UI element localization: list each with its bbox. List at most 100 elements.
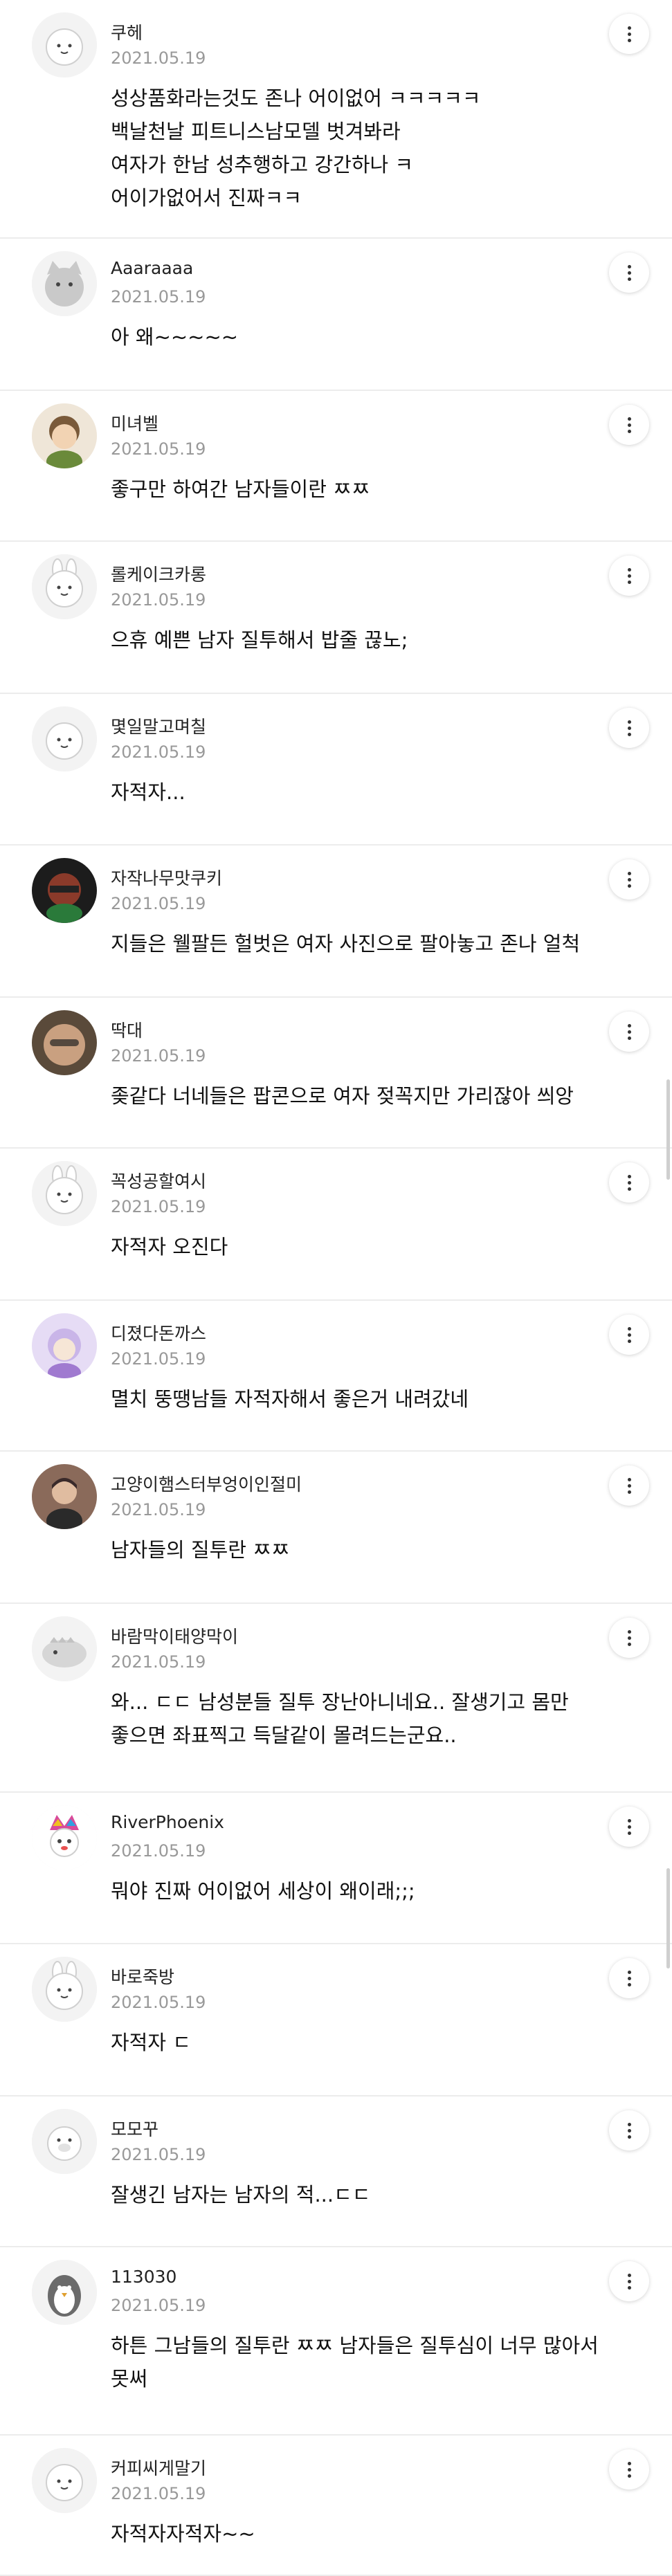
avatar[interactable]: [32, 2448, 97, 2513]
comment-item: 미녀벨 2021.05.19 좋구만 하여간 남자들이란 ㅉㅉ: [0, 391, 672, 542]
comment-date: 2021.05.19: [111, 894, 206, 913]
comment-date: 2021.05.19: [111, 2296, 206, 2315]
comment-nickname[interactable]: 바로죽방: [111, 1964, 174, 1989]
comment-item: 롤케이크카롱 2021.05.19 으휴 예쁜 남자 질투해서 밥줄 끊노;: [0, 542, 672, 694]
more-vertical-icon: [627, 1970, 631, 1986]
comment-nickname[interactable]: 미녀벨: [111, 410, 158, 435]
avatar[interactable]: [32, 1616, 97, 1681]
comment-text: 자적자...: [111, 780, 185, 804]
more-options-button[interactable]: [609, 1162, 649, 1203]
more-options-button[interactable]: [609, 708, 649, 748]
more-options-button[interactable]: [609, 14, 649, 54]
avatar[interactable]: [32, 858, 97, 923]
comment-text: 자적자 ㄷ: [111, 2031, 191, 2054]
comment-item: 디졌다돈까스 2021.05.19 멸치 뚱땡남들 자적자해서 좋은거 내려갔네: [0, 1301, 672, 1452]
comment-nickname[interactable]: 커피씨게말기: [111, 2455, 206, 2480]
comment-text: 하튼 그남들의 질투란 ㅉㅉ 남자들은 질투심이 너무 많아서 못써: [111, 2334, 599, 2391]
comment-item: 모모꾸 2021.05.19 잘생긴 남자는 남자의 적...ㄷㄷ: [0, 2097, 672, 2247]
avatar[interactable]: [32, 403, 97, 468]
comment-date: 2021.05.19: [111, 1349, 206, 1369]
more-vertical-icon: [627, 567, 631, 584]
more-vertical-icon: [627, 1326, 631, 1343]
comment-text: 성상품화라는것도 존나 어이없어 ㅋㅋㅋㅋㅋ 백날천날 피트니스남모델 벗겨봐라…: [111, 86, 481, 210]
comment-nickname[interactable]: Aaaraaaa: [111, 258, 193, 278]
comment-text: 좆같다 너네들은 팝콘으로 여자 젖꼭지만 가리잖아 씌앙: [111, 1084, 574, 1108]
comment-nickname[interactable]: 쿠헤: [111, 19, 143, 44]
comment-nickname[interactable]: 꼭성공할여시: [111, 1168, 206, 1193]
more-options-button[interactable]: [609, 1807, 649, 1847]
comment-text: 뭐야 진짜 어이없어 세상이 왜이래;;;: [111, 1879, 415, 1903]
more-vertical-icon: [627, 871, 631, 888]
more-vertical-icon: [627, 1818, 631, 1835]
comment-date: 2021.05.19: [111, 2484, 206, 2503]
comment-date: 2021.05.19: [111, 1652, 206, 1672]
avatar[interactable]: [32, 554, 97, 619]
more-vertical-icon: [627, 1174, 631, 1191]
scrollbar-thumb[interactable]: [666, 1868, 670, 1968]
comment-item: 바로죽방 2021.05.19 자적자 ㄷ: [0, 1944, 672, 2097]
comment-item: 몇일말고며칠 2021.05.19 자적자...: [0, 694, 672, 846]
comment-nickname[interactable]: 자작나무맛쿠키: [111, 865, 222, 890]
comment-nickname[interactable]: 딱대: [111, 1017, 143, 1042]
more-options-button[interactable]: [609, 253, 649, 293]
avatar[interactable]: [32, 12, 97, 77]
comment-text: 와... ㄷㄷ 남성분들 질투 장난아니네요.. 잘생기고 몸만 좋으면 좌표찍…: [111, 1690, 569, 1747]
more-vertical-icon: [627, 720, 631, 736]
avatar[interactable]: [32, 1161, 97, 1226]
more-options-button[interactable]: [609, 2110, 649, 2150]
more-options-button[interactable]: [609, 405, 649, 445]
more-options-button[interactable]: [609, 1958, 649, 1998]
more-options-button[interactable]: [609, 2449, 649, 2490]
more-vertical-icon: [627, 264, 631, 281]
comment-date: 2021.05.19: [111, 48, 206, 68]
avatar[interactable]: [32, 2109, 97, 2174]
comment-text: 잘생긴 남자는 남자의 적...ㄷㄷ: [111, 2183, 371, 2207]
avatar[interactable]: [32, 251, 97, 316]
comment-date: 2021.05.19: [111, 1841, 206, 1861]
comment-text: 자적자 오진다: [111, 1235, 228, 1259]
avatar[interactable]: [32, 1010, 97, 1075]
avatar[interactable]: [32, 1313, 97, 1378]
comment-date: 2021.05.19: [111, 287, 206, 307]
more-options-button[interactable]: [609, 1315, 649, 1355]
comment-item: 자작나무맛쿠키 2021.05.19 지들은 웰팔든 헐벗은 여자 사진으로 팔아놓…: [0, 846, 672, 998]
avatar[interactable]: [32, 706, 97, 771]
avatar[interactable]: [32, 1805, 97, 1870]
more-options-button[interactable]: [609, 1465, 649, 1506]
comment-nickname[interactable]: 113030: [111, 2267, 176, 2287]
more-vertical-icon: [627, 1477, 631, 1494]
comment-nickname[interactable]: 모모꾸: [111, 2116, 158, 2141]
more-options-button[interactable]: [609, 859, 649, 899]
comment-date: 2021.05.19: [111, 1993, 206, 2012]
comment-date: 2021.05.19: [111, 439, 206, 459]
comment-nickname[interactable]: 롤케이크카롱: [111, 561, 206, 586]
avatar[interactable]: [32, 2260, 97, 2325]
comment-nickname[interactable]: 고양이햄스터부엉이인절미: [111, 1471, 302, 1496]
comment-item: 고양이햄스터부엉이인절미 2021.05.19 남자들의 질투란 ㅉㅉ: [0, 1452, 672, 1604]
comment-text: 아 왜~~~~~: [111, 325, 239, 349]
comment-text: 자적자자적자~~: [111, 2522, 255, 2546]
more-options-button[interactable]: [609, 1618, 649, 1658]
comment-item: Aaaraaaa 2021.05.19 아 왜~~~~~: [0, 239, 672, 391]
comment-item: 딱대 2021.05.19 좆같다 너네들은 팝콘으로 여자 젖꼭지만 가리잖아 씌…: [0, 998, 672, 1149]
comment-date: 2021.05.19: [111, 1197, 206, 1216]
comment-text: 지들은 웰팔든 헐벗은 여자 사진으로 팔아놓고 존나 얼척: [111, 932, 581, 956]
avatar[interactable]: [32, 1464, 97, 1529]
scrollbar-thumb[interactable]: [666, 1079, 670, 1180]
more-vertical-icon: [627, 2461, 631, 2478]
comment-date: 2021.05.19: [111, 742, 206, 762]
comment-item: 바람막이태양막이 2021.05.19 와... ㄷㄷ 남성분들 질투 장난아니네요…: [0, 1604, 672, 1793]
comment-nickname[interactable]: 디졌다돈까스: [111, 1320, 206, 1345]
more-vertical-icon: [627, 1023, 631, 1040]
more-options-button[interactable]: [609, 556, 649, 596]
avatar[interactable]: [32, 1957, 97, 2022]
more-options-button[interactable]: [609, 1012, 649, 1052]
comment-nickname[interactable]: 바람막이태양막이: [111, 1623, 238, 1648]
comment-item: 커피씨게말기 2021.05.19 자적자자적자~~: [0, 2436, 672, 2576]
more-options-button[interactable]: [609, 2261, 649, 2301]
comment-nickname[interactable]: 몇일말고며칠: [111, 713, 206, 738]
comment-nickname[interactable]: RiverPhoenix: [111, 1812, 224, 1832]
more-vertical-icon: [627, 2273, 631, 2290]
comment-item: 113030 2021.05.19 하튼 그남들의 질투란 ㅉㅉ 남자들은 질투심이…: [0, 2247, 672, 2436]
more-vertical-icon: [627, 1629, 631, 1646]
